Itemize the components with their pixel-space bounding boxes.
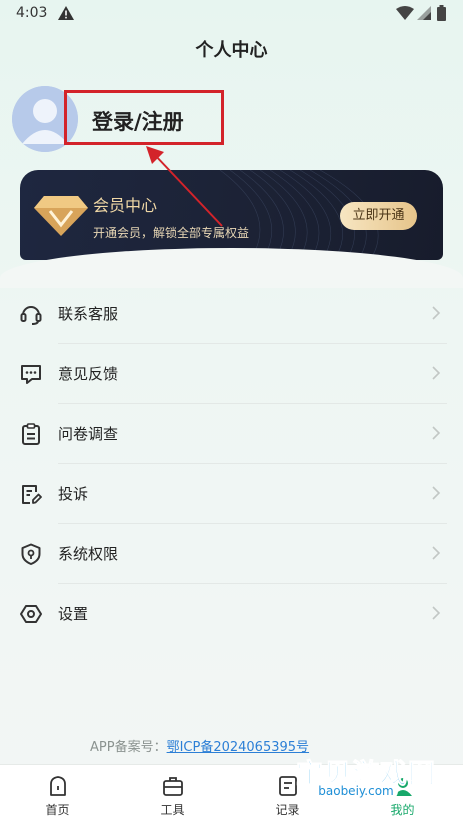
login-register-link[interactable]: 登录/注册 xyxy=(92,106,184,136)
tab-home[interactable]: 首页 xyxy=(0,765,115,823)
page-title: 个人中心 xyxy=(195,40,268,61)
chevron-right-icon xyxy=(432,306,441,320)
warning-icon xyxy=(58,6,74,20)
clipboard-icon xyxy=(22,423,40,445)
icp-prefix: APP备案号： xyxy=(90,740,167,755)
settings-icon xyxy=(20,605,42,623)
chevron-right-icon xyxy=(432,486,441,500)
chevron-right-icon xyxy=(432,606,441,620)
vip-open-button[interactable]: 立即开通 xyxy=(340,202,417,230)
chevron-right-icon xyxy=(432,426,441,440)
headset-icon xyxy=(20,306,42,325)
signal-icon xyxy=(417,6,431,20)
menu-item-customer-service[interactable]: 联系客服 xyxy=(0,284,463,344)
icp-number-link[interactable]: 鄂ICP备2024065395号 xyxy=(167,740,309,755)
chevron-right-icon xyxy=(432,366,441,380)
menu-item-label: 投诉 xyxy=(58,485,89,503)
status-bar: 4:03 xyxy=(0,0,463,28)
annotation-arrow xyxy=(146,146,223,227)
tab-label: 我的 xyxy=(390,803,415,817)
status-time: 4:03 xyxy=(16,5,48,21)
watermark-url: baobeiy.com xyxy=(314,782,398,800)
battery-icon xyxy=(437,5,446,21)
menu-item-label: 问卷调查 xyxy=(58,425,119,443)
wifi-icon xyxy=(396,6,414,20)
tab-label: 工具 xyxy=(160,803,185,817)
tab-tools[interactable]: 工具 xyxy=(115,765,230,823)
icp-record: APP备案号：鄂ICP备2024065395号 xyxy=(90,736,309,755)
diamond-vip-icon xyxy=(34,196,88,236)
menu-item-label: 系统权限 xyxy=(58,545,119,563)
menu-item-permissions[interactable]: 系统权限 xyxy=(0,524,463,584)
chevron-right-icon xyxy=(432,546,441,560)
chat-bubble-icon xyxy=(21,365,41,384)
settings-menu: 联系客服 意见反馈 问卷调查 投诉 系统权限 设置 xyxy=(0,284,463,644)
tab-label: 记录 xyxy=(275,803,300,817)
edit-document-icon xyxy=(22,485,42,504)
menu-item-feedback[interactable]: 意见反馈 xyxy=(0,344,463,404)
menu-item-label: 意见反馈 xyxy=(58,365,119,383)
menu-item-complaint[interactable]: 投诉 xyxy=(0,464,463,524)
menu-item-survey[interactable]: 问卷调查 xyxy=(0,404,463,464)
home-icon xyxy=(50,776,66,796)
toolbox-icon xyxy=(163,777,183,796)
menu-item-label: 联系客服 xyxy=(58,305,119,323)
profile-page: 4:03 个人中心 登录/注册 会员中心 开通会员，解锁全部专属权益 立即开通 … xyxy=(0,0,463,823)
tab-label: 首页 xyxy=(45,803,70,817)
shield-icon xyxy=(21,543,41,565)
menu-item-label: 设置 xyxy=(58,605,89,623)
menu-item-settings[interactable]: 设置 xyxy=(0,584,463,644)
